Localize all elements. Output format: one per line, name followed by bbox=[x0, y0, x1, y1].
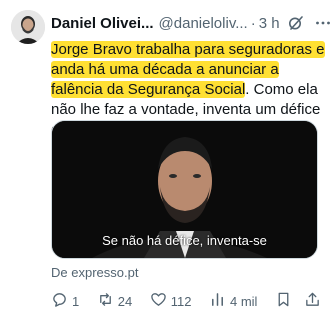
reply-button[interactable]: 1 bbox=[51, 291, 79, 311]
views-icon bbox=[209, 291, 226, 311]
grok-icon[interactable] bbox=[288, 15, 304, 31]
separator: · bbox=[250, 14, 256, 32]
tweet-header: Daniel Olivei... @danieloliv... · 3 h bbox=[51, 12, 330, 34]
repost-button[interactable]: 24 bbox=[97, 291, 132, 311]
reply-icon bbox=[51, 291, 68, 311]
bookmark-share-group bbox=[275, 291, 321, 311]
share-icon[interactable] bbox=[304, 291, 321, 311]
action-bar: 1 24 112 4 mil bbox=[51, 290, 321, 312]
bookmark-icon[interactable] bbox=[275, 291, 292, 311]
reply-count: 1 bbox=[72, 293, 80, 309]
more-icon[interactable] bbox=[314, 14, 332, 32]
source-link[interactable]: De expresso.pt bbox=[51, 265, 138, 280]
views-button[interactable]: 4 mil bbox=[209, 291, 257, 311]
author-name[interactable]: Daniel Olivei... bbox=[51, 15, 154, 32]
like-count: 112 bbox=[170, 293, 192, 309]
timestamp[interactable]: 3 h bbox=[259, 15, 280, 32]
heart-icon bbox=[150, 291, 167, 311]
repost-count: 24 bbox=[117, 293, 133, 309]
repost-icon bbox=[97, 291, 114, 311]
avatar[interactable] bbox=[11, 10, 45, 44]
video-thumbnail[interactable]: Se não há défice, inventa-se bbox=[51, 120, 318, 259]
like-button[interactable]: 112 bbox=[150, 291, 192, 311]
views-count: 4 mil bbox=[229, 293, 258, 309]
author-handle[interactable]: @danieloliv... bbox=[159, 15, 248, 32]
video-caption: Se não há défice, inventa-se bbox=[102, 233, 267, 248]
